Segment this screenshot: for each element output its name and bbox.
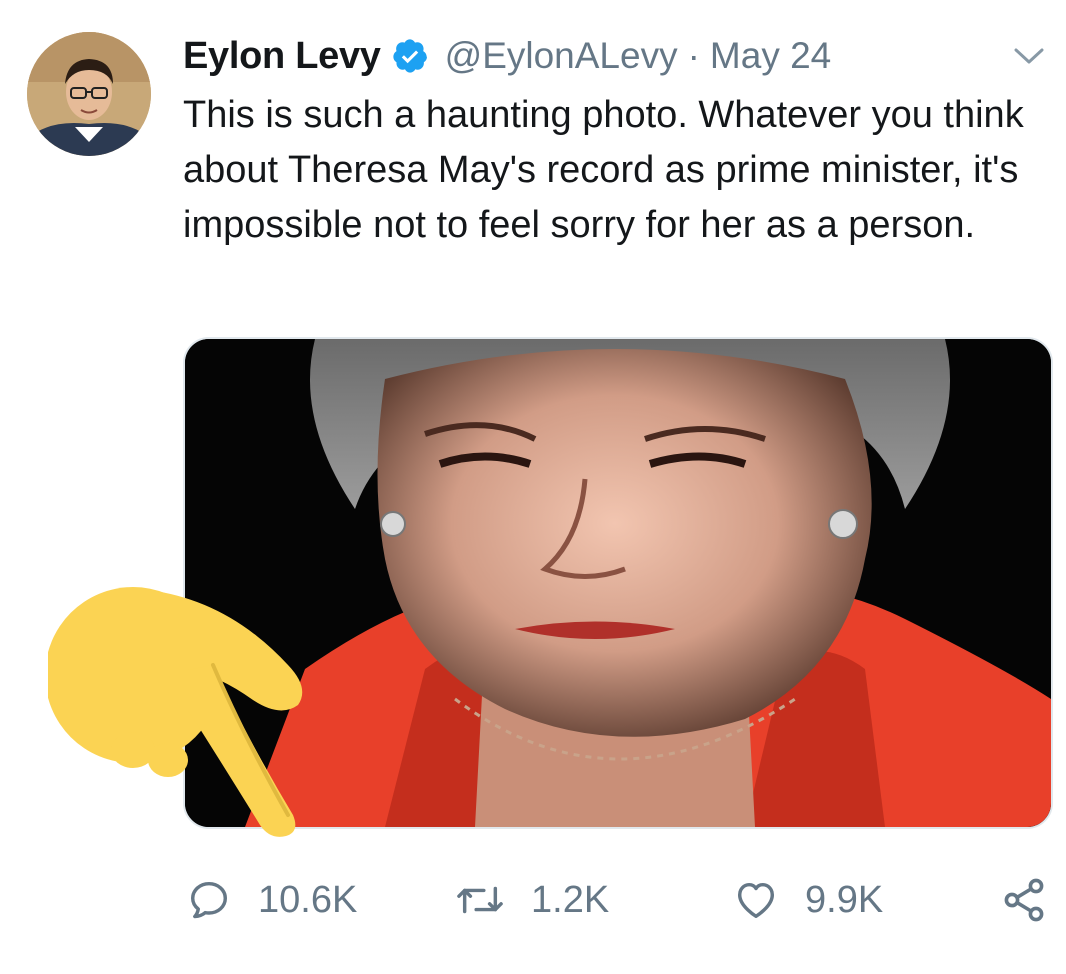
retweet-count: 1.2K — [531, 878, 610, 921]
retweet-button[interactable]: 1.2K — [455, 870, 609, 930]
retweet-icon — [455, 877, 505, 923]
reply-icon — [186, 877, 232, 923]
like-count: 9.9K — [805, 878, 884, 921]
tweet-text: This is such a haunting photo. Whatever … — [183, 94, 1035, 246]
chevron-down-icon[interactable] — [1012, 44, 1046, 68]
avatar[interactable] — [27, 32, 151, 156]
author-name[interactable]: Eylon Levy — [183, 35, 381, 78]
reply-count: 10.6K — [258, 878, 358, 921]
like-button[interactable]: 9.9K — [733, 870, 883, 930]
author-handle[interactable]: @EylonALevy — [445, 35, 678, 77]
separator-dot: · — [687, 35, 700, 76]
share-button[interactable] — [1000, 870, 1048, 930]
pointing-hand-emoji — [45, 570, 313, 840]
reply-button[interactable]: 10.6K — [186, 870, 357, 930]
heart-icon — [733, 877, 779, 923]
tweet-actions: 10.6K 1.2K 9.9K — [0, 870, 1066, 930]
tweet-header: Eylon Levy @EylonALevy · May 24 — [183, 32, 831, 80]
share-icon — [1000, 876, 1048, 924]
tweet-photo[interactable] — [183, 337, 1053, 829]
tweet-date[interactable]: May 24 — [710, 35, 831, 77]
verified-badge-icon — [391, 37, 429, 75]
